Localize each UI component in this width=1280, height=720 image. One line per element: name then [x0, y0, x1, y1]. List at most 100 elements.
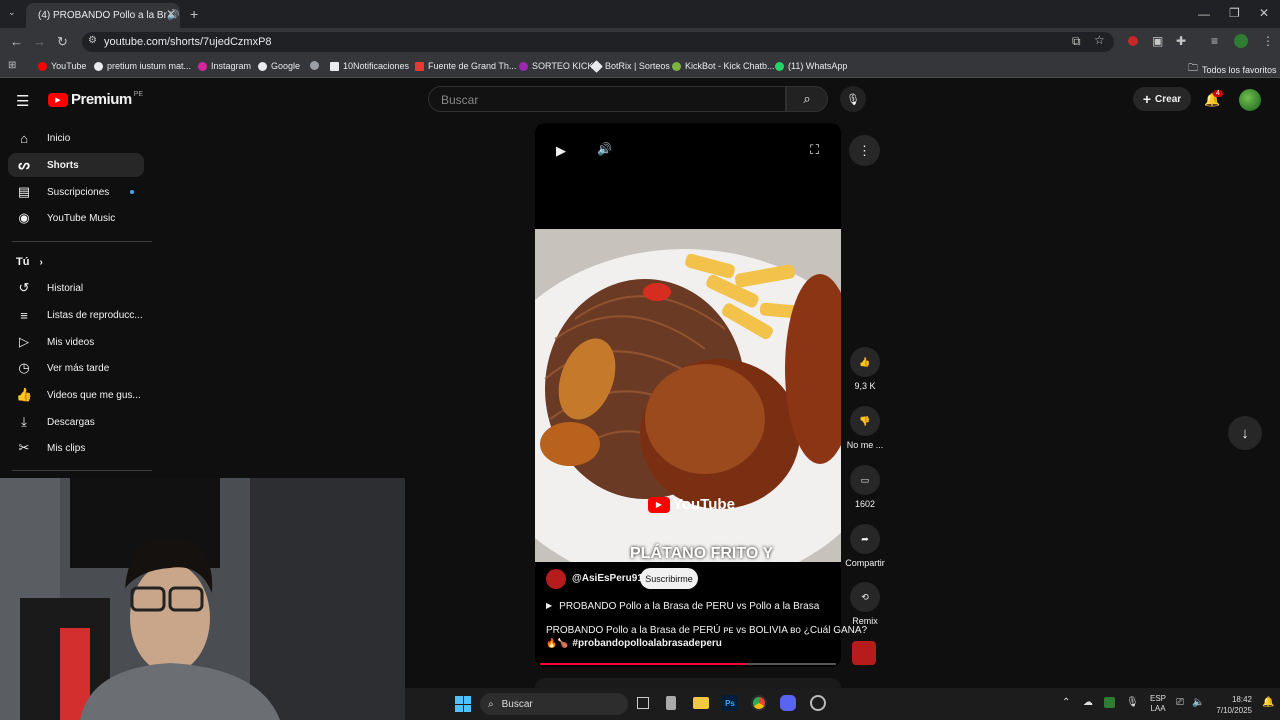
bookmark-pretium[interactable]: pretium iustum mat...	[94, 61, 191, 71]
minimize-icon[interactable]: —	[1198, 8, 1210, 20]
fullscreen-icon[interactable]: ⛶	[810, 142, 819, 158]
sidebar-item-descargas[interactable]: ⤓ Descargas	[8, 410, 144, 434]
sidebar-item-listas[interactable]: ≡ Listas de reproducc...	[8, 303, 144, 327]
new-tab-icon[interactable]: +	[190, 7, 198, 21]
progress-track[interactable]	[540, 663, 836, 665]
font-icon	[415, 61, 424, 71]
bookmark-globe[interactable]	[310, 61, 319, 70]
audio-source-thumbnail[interactable]	[852, 641, 876, 665]
reload-icon[interactable]: ↻	[57, 35, 68, 48]
sidebar-item-inicio[interactable]: ⌂ Inicio	[8, 126, 144, 150]
bookmark-star-icon[interactable]: ☆	[1094, 34, 1105, 46]
tab-search-icon[interactable]: ⌄	[8, 8, 16, 17]
search-button[interactable]: ⌕	[786, 86, 828, 112]
sidebar-item-liked-videos[interactable]: 👍 Videos que me gus...	[8, 383, 144, 407]
globe-icon	[310, 61, 319, 70]
create-button[interactable]: + Crear	[1133, 87, 1191, 111]
browser-tab[interactable]: (4) PROBANDO Pollo a la Br 🔊	[26, 3, 180, 28]
share-icon: ➦	[850, 524, 880, 554]
file-explorer-icon[interactable]	[693, 697, 709, 709]
play-icon[interactable]: ▶	[556, 143, 566, 159]
profile-avatar[interactable]	[1234, 34, 1248, 48]
botrix-icon	[590, 59, 603, 73]
bookmark-kickbot[interactable]: KickBot - Kick Chatb...	[672, 61, 775, 71]
obs-icon[interactable]	[810, 695, 826, 711]
subscribe-button[interactable]: Suscribirme	[640, 568, 698, 589]
back-icon[interactable]: ←	[10, 35, 23, 48]
kickbot-icon	[672, 61, 681, 71]
bookmark-sorteo-kick[interactable]: SORTEO KICK	[519, 61, 593, 71]
webcam-overlay	[0, 478, 405, 720]
bookmark-google[interactable]: Google	[258, 61, 300, 71]
sidebar-item-shorts[interactable]: ᔕ Shorts	[8, 153, 144, 177]
share-button[interactable]: ➦ Compartir	[842, 524, 888, 568]
channel-handle[interactable]: @AsiEsPeru91	[572, 573, 643, 584]
speaker-icon[interactable]: 🔈	[1192, 697, 1204, 708]
bookmark-youtube[interactable]: YouTube	[38, 61, 86, 71]
dislike-button[interactable]: 👎 No me ...	[846, 406, 884, 450]
remix-button[interactable]: ⟲ Remix	[846, 582, 884, 626]
comments-button[interactable]: ▭ 1602	[846, 465, 884, 509]
apps-grid-icon[interactable]: ⊞	[8, 61, 16, 71]
task-view-icon[interactable]	[637, 697, 649, 709]
youtube-icon	[38, 61, 47, 71]
bookmark-grand-theft[interactable]: Fuente de Grand Th...	[415, 61, 516, 71]
sidebar-item-youtube-music[interactable]: ◉ YouTube Music	[8, 206, 144, 230]
you-header[interactable]: Tú ›	[8, 250, 144, 274]
extension2-icon[interactable]: ▣	[1152, 35, 1163, 47]
discord-icon[interactable]	[780, 695, 796, 711]
clock[interactable]: 18:42 7/10/2025	[1212, 694, 1252, 716]
hamburger-menu-icon[interactable]: ☰	[16, 92, 29, 110]
bookmark-instagram[interactable]: Instagram	[198, 61, 251, 71]
youtube-premium-logo[interactable]: ▶ Premium PE	[48, 91, 143, 108]
search-input[interactable]: Buscar	[428, 86, 786, 112]
window-close-icon[interactable]: ✕	[1259, 7, 1269, 19]
onedrive-icon[interactable]: ☁	[1083, 697, 1093, 708]
bookmark-10notificaciones[interactable]: 10Notificaciones	[330, 61, 409, 71]
microphone-tray-icon[interactable]: 🎙	[1126, 697, 1139, 708]
menu-icon[interactable]: ⋮	[1262, 35, 1274, 47]
volume-icon[interactable]: 🔊	[597, 142, 612, 156]
media-control-icon[interactable]: ≡	[1211, 35, 1218, 47]
extensions-puzzle-icon[interactable]: ✚	[1176, 35, 1186, 47]
bookmark-botrix[interactable]: BotRix | Sorteos	[590, 59, 670, 73]
kick-icon	[519, 61, 528, 71]
url-bar[interactable]: youtube.com/shorts/7ujedCzmxP8	[82, 32, 1114, 52]
short-title[interactable]: PROBANDO Pollo a la Brasa de PERÚ ᴘᴇ ᴠs …	[546, 625, 867, 636]
install-app-icon[interactable]: ⧉	[1072, 35, 1081, 47]
photoshop-icon[interactable]: Ps	[722, 695, 738, 711]
like-button[interactable]: 👍 9,3 K	[846, 347, 884, 391]
site-info-icon[interactable]: ⚙	[88, 36, 97, 46]
next-short-preview[interactable]	[535, 678, 841, 688]
taskbar-search[interactable]: ⌕ Buscar	[480, 693, 628, 715]
channel-avatar[interactable]	[546, 569, 566, 589]
voice-search-button[interactable]: 🎙	[840, 86, 866, 112]
tray-app-icon[interactable]	[1104, 697, 1115, 708]
app-icon[interactable]	[666, 696, 676, 710]
language-indicator[interactable]: ESP LAA	[1150, 694, 1166, 714]
sidebar-item-historial[interactable]: ↺ Historial	[8, 276, 144, 300]
avatar[interactable]	[1239, 89, 1261, 111]
all-bookmarks[interactable]: 🗀 Todos los favoritos	[1188, 61, 1277, 78]
chrome-icon[interactable]	[751, 695, 767, 711]
short-hashtag-line[interactable]: 🔥🍗 #probandopolloalabrasadeperu	[546, 638, 722, 649]
tab-close-icon[interactable]: ✕	[166, 8, 176, 20]
tray-chevron-icon[interactable]: ⌃	[1062, 697, 1070, 708]
download-icon: ⤓	[21, 414, 27, 429]
notification-center-icon[interactable]: 🔔	[1262, 697, 1274, 708]
bookmark-whatsapp[interactable]: (11) WhatsApp	[775, 61, 847, 71]
sidebar-item-ver-mas-tarde[interactable]: ◷ Ver más tarde	[8, 356, 144, 380]
url-text: youtube.com/shorts/7ujedCzmxP8	[104, 36, 272, 48]
next-short-arrow-icon[interactable]: ↓	[1228, 416, 1262, 450]
sidebar-item-mis-clips[interactable]: ✂ Mis clips	[8, 436, 144, 460]
more-options-icon[interactable]: ⋮	[849, 135, 880, 166]
sidebar-item-mis-videos[interactable]: ▷ Mis videos	[8, 330, 144, 354]
network-icon[interactable]: ⎚	[1176, 697, 1184, 708]
forward-icon[interactable]: →	[33, 35, 46, 48]
extension-icon[interactable]	[1128, 36, 1138, 46]
windows-start-icon[interactable]	[455, 696, 471, 712]
restore-icon[interactable]: ❐	[1229, 7, 1240, 19]
x-icon	[330, 61, 339, 71]
sidebar-item-suscripciones[interactable]: ▤ Suscripciones	[8, 180, 144, 204]
playlist-link[interactable]: ▶ PROBANDO Pollo a la Brasa de PERU vs Po…	[546, 601, 819, 612]
